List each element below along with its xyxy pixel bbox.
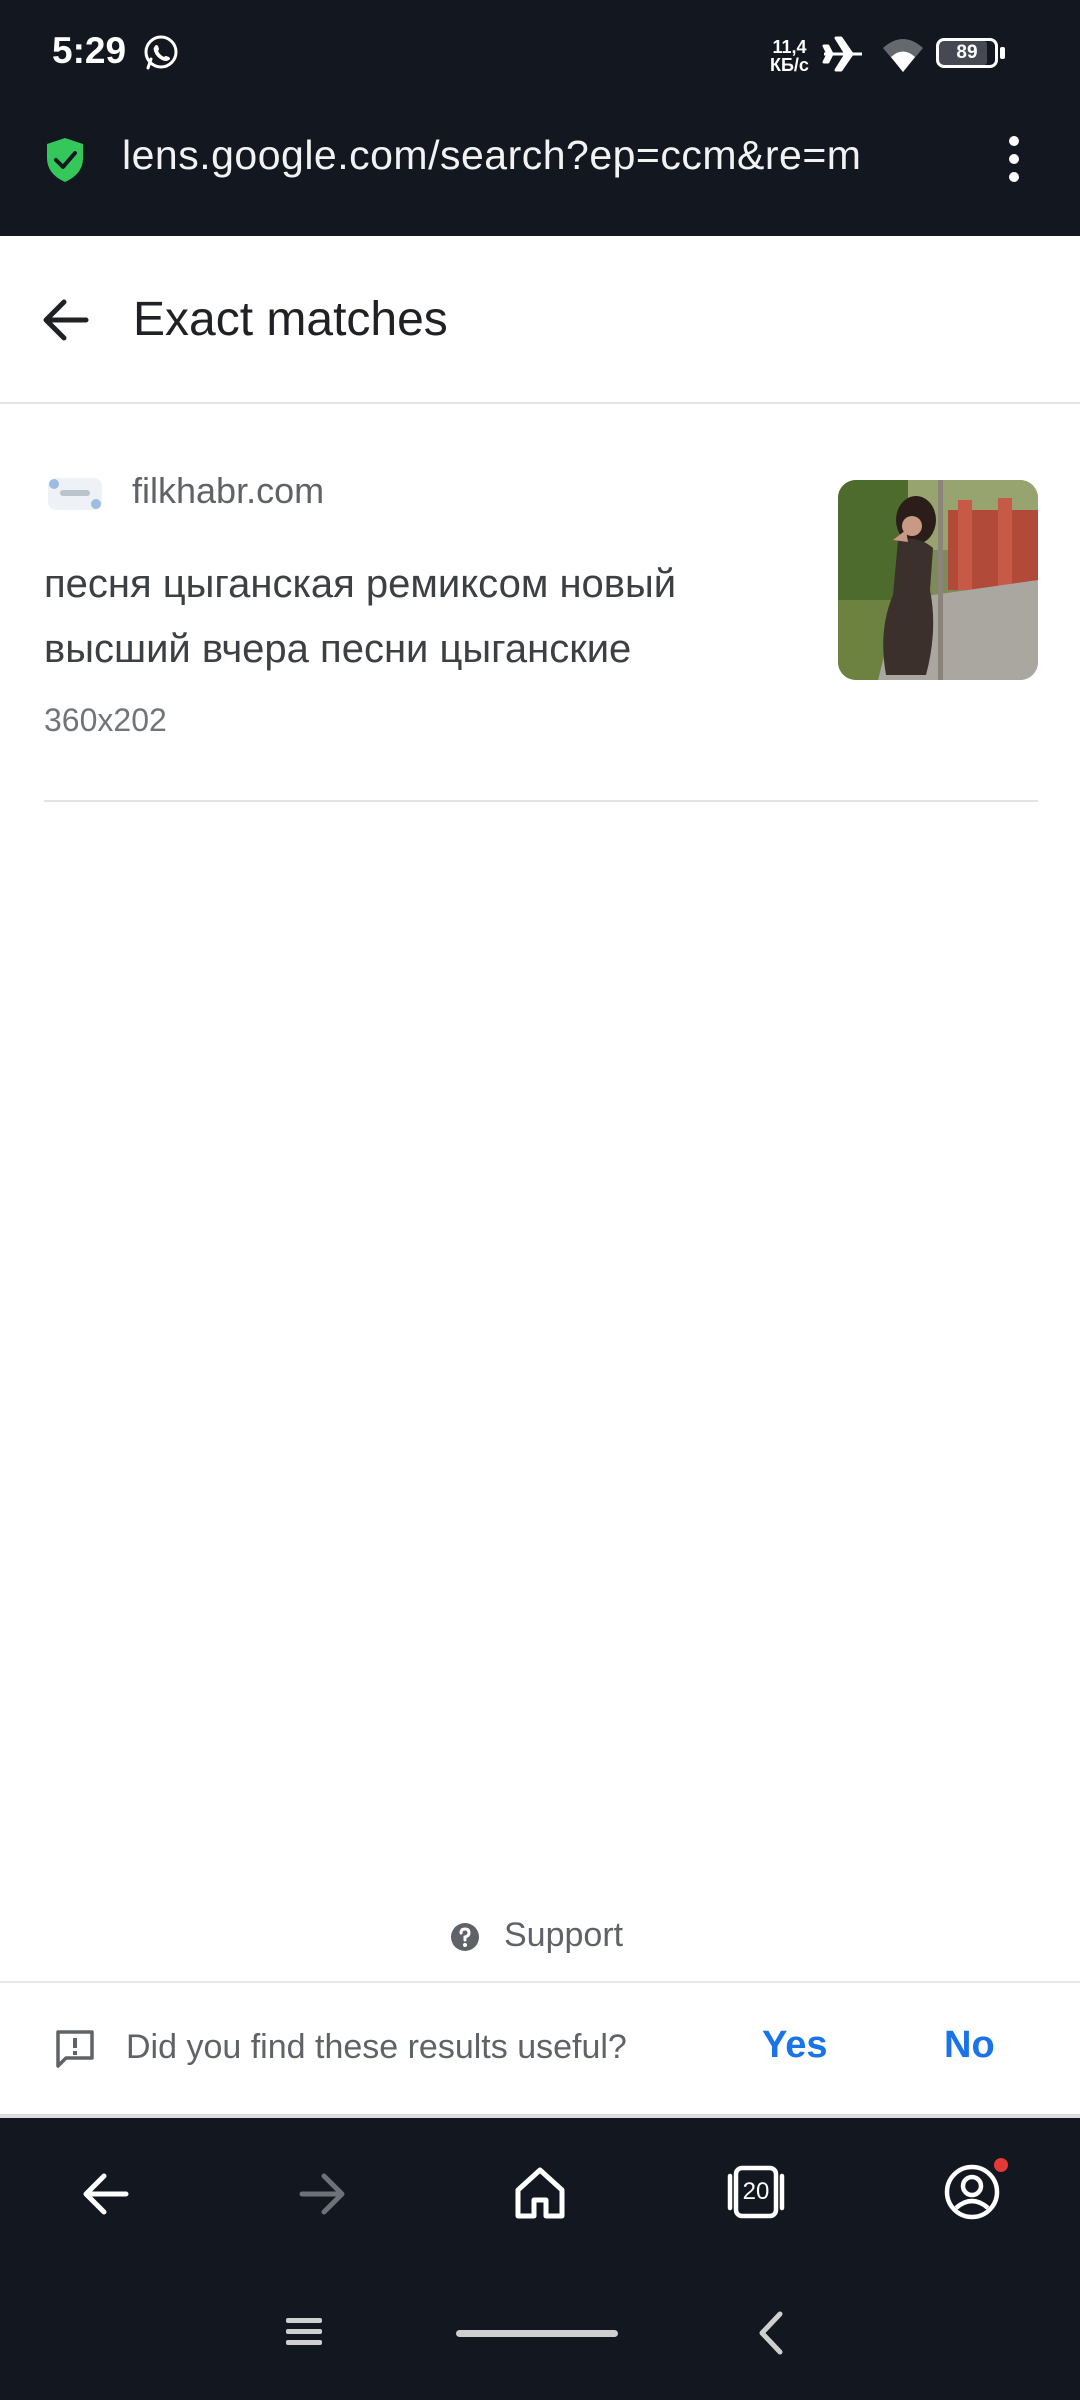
- wifi-icon: [883, 39, 923, 72]
- nav-home-icon[interactable]: [510, 2162, 570, 2222]
- result-dimensions: 360x202: [44, 702, 167, 738]
- feedback-question: Did you find these results useful?: [126, 2028, 627, 2066]
- whatsapp-icon: [144, 35, 178, 70]
- battery-level: 89: [956, 42, 978, 63]
- help-icon: [451, 1923, 479, 1951]
- status-time: 5:29: [52, 30, 127, 71]
- network-speed-unit: КБ/с: [770, 55, 809, 75]
- tab-count: 20: [742, 2178, 770, 2205]
- system-menu-icon[interactable]: [284, 2314, 324, 2350]
- feedback-yes-button[interactable]: Yes: [762, 2024, 828, 2067]
- url-field[interactable]: lens.google.com/search?ep=ccm&re=m: [122, 132, 952, 179]
- result-thumbnail[interactable]: [838, 480, 1038, 680]
- page-header: Exact matches: [0, 236, 1080, 404]
- back-arrow-icon[interactable]: [40, 294, 92, 346]
- support-label: Support: [504, 1916, 624, 1954]
- result-divider: [44, 800, 1038, 802]
- profile-notification-dot: [994, 2158, 1008, 2172]
- system-back-icon[interactable]: [756, 2310, 786, 2356]
- airplane-mode-icon: [822, 36, 862, 72]
- site-favicon: [48, 478, 102, 510]
- nav-back-icon[interactable]: [76, 2164, 136, 2224]
- battery-indicator: 89: [936, 38, 1010, 70]
- nav-tabs-button[interactable]: 20: [726, 2162, 786, 2222]
- feedback-icon: [56, 2030, 94, 2068]
- browser-bottom-bar: [0, 2114, 1080, 2400]
- page-title: Exact matches: [133, 293, 448, 346]
- network-speed: 11,4 КБ/с: [770, 38, 809, 74]
- result-title[interactable]: песня цыганская ремиксом новый высший вч…: [44, 552, 804, 682]
- feedback-divider: [0, 1981, 1080, 1983]
- network-speed-value: 11,4: [772, 37, 807, 57]
- browser-top-bar: 5:29 11,4 КБ/с 89 lens.google.com/search…: [0, 0, 1080, 236]
- secure-shield-icon[interactable]: [44, 136, 86, 184]
- system-home-bar[interactable]: [456, 2330, 618, 2337]
- nav-forward-icon[interactable]: [292, 2164, 352, 2224]
- result-site[interactable]: filkhabr.com: [132, 470, 324, 512]
- more-options-icon[interactable]: [996, 132, 1032, 186]
- feedback-no-button[interactable]: No: [944, 2024, 995, 2067]
- nav-profile-icon[interactable]: [942, 2162, 1002, 2222]
